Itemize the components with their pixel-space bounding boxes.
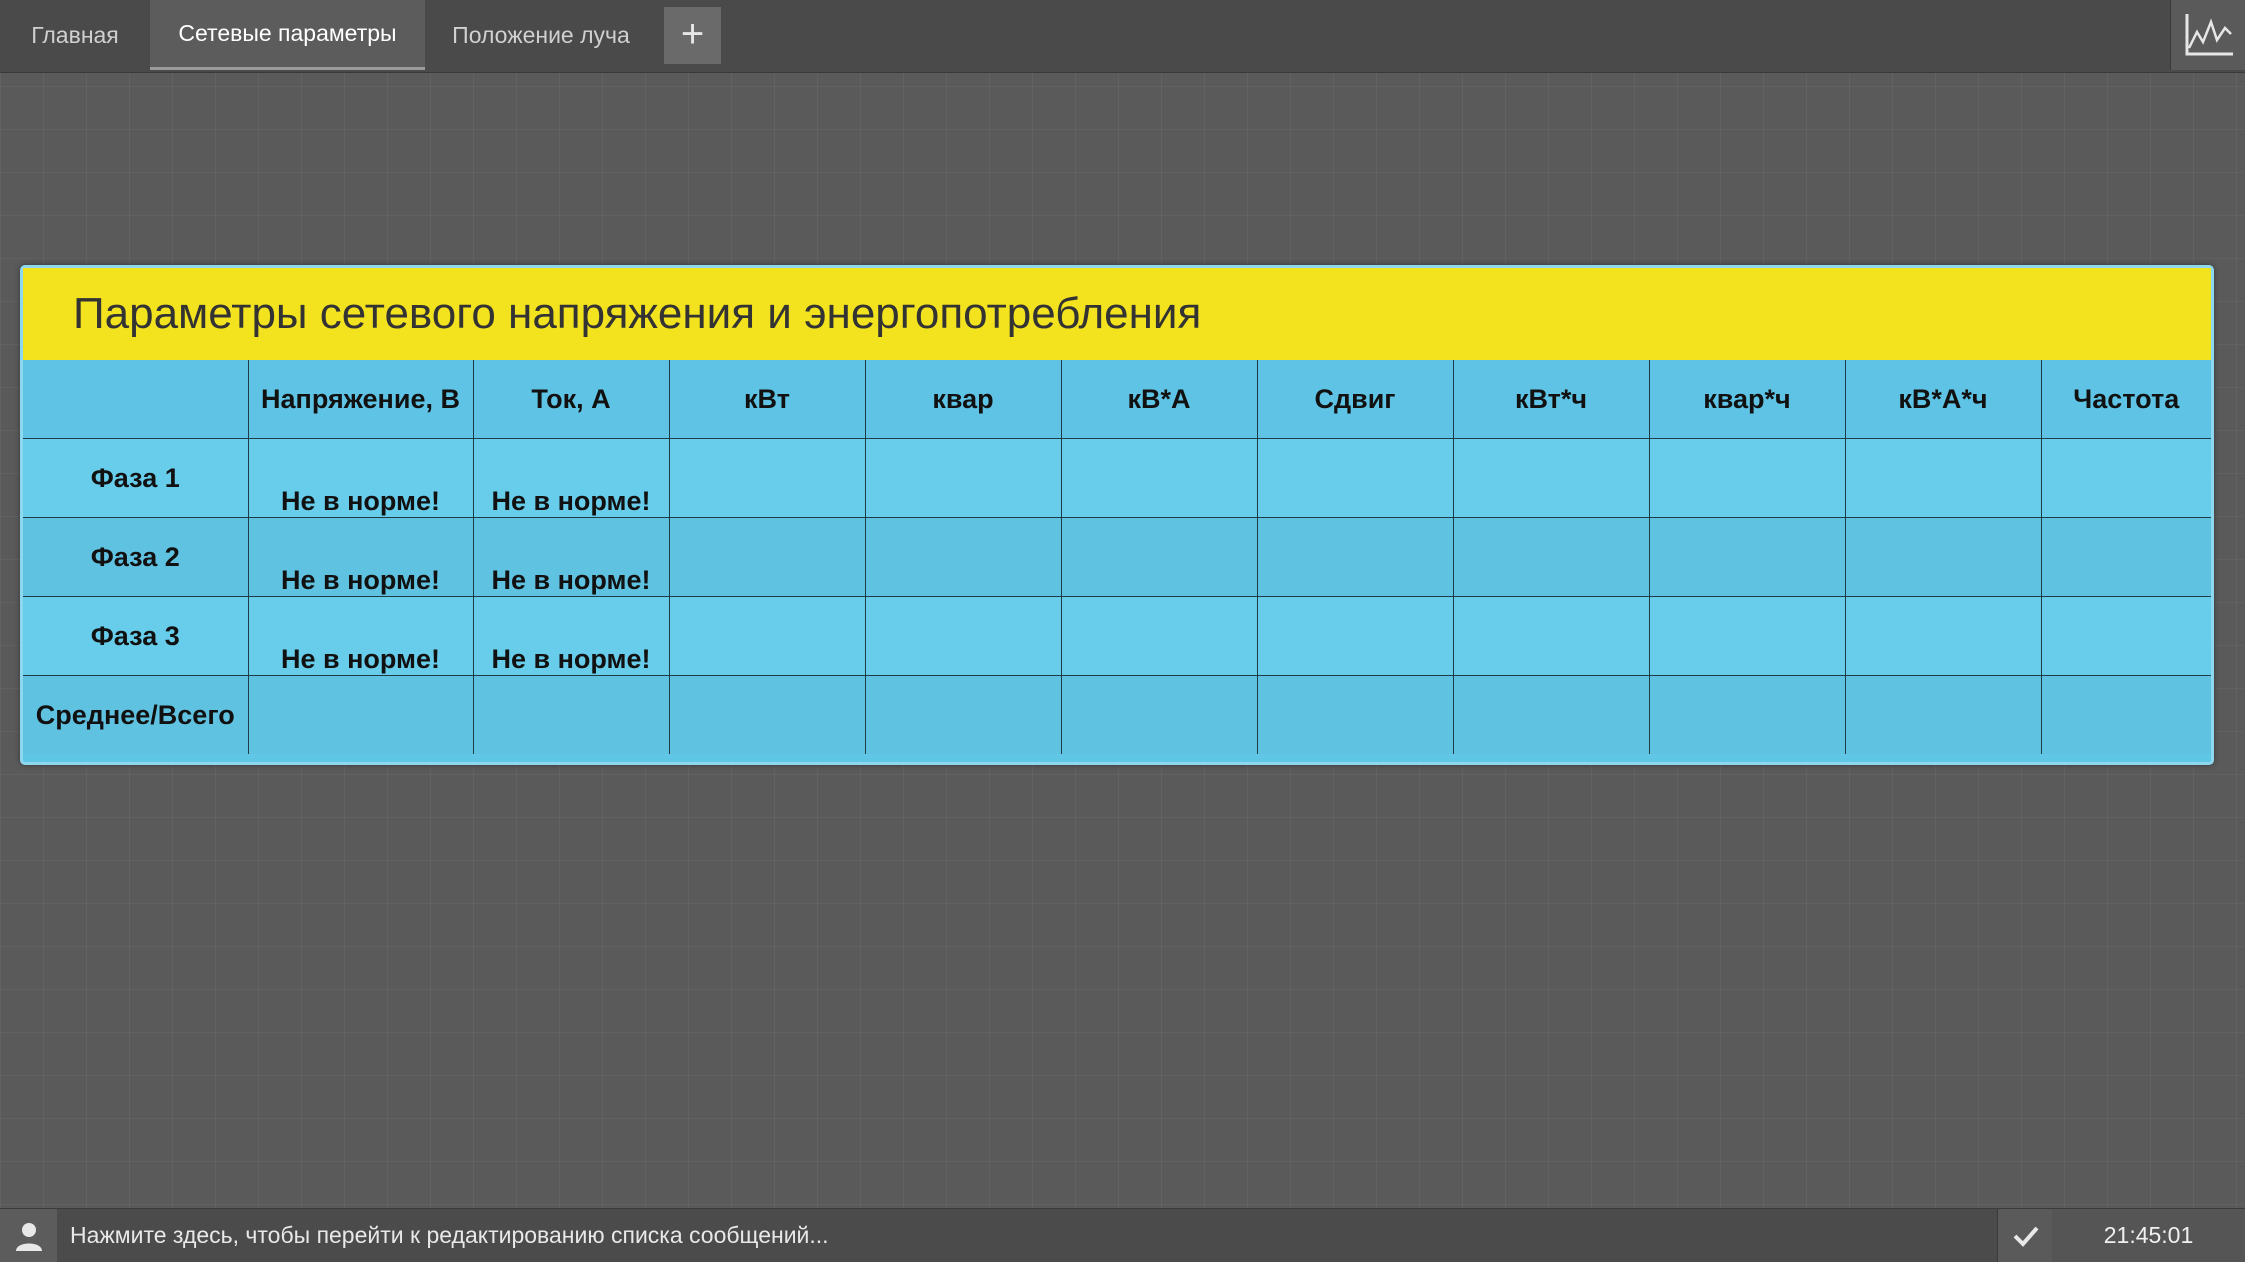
value-cell: [1256, 596, 1454, 676]
voltage-warning: Не в норме!: [247, 517, 474, 597]
header-kvah: кВ*А*ч: [1844, 360, 2042, 439]
value-cell: [1256, 675, 1454, 754]
value-cell: [668, 596, 866, 676]
row-label: Среднее/Всего: [23, 675, 249, 754]
value-cell: [2040, 517, 2211, 597]
value-cell: [1648, 596, 1846, 676]
table-row-phase-2: Фаза 2 Не в норме! Не в норме!: [23, 517, 2211, 597]
value-cell: [1256, 517, 1454, 597]
top-tab-bar: Главная Сетевые параметры Положение луча…: [0, 0, 2245, 73]
header-voltage: Напряжение, В: [247, 360, 474, 439]
panel-title: Параметры сетевого напряжения и энергопо…: [23, 268, 2211, 360]
value-cell: [1648, 517, 1846, 597]
message-list-link[interactable]: Нажмите здесь, чтобы перейти к редактиро…: [70, 1209, 829, 1262]
value-cell: [1844, 675, 2042, 754]
value-cell: [1060, 517, 1258, 597]
header-frequency: Частота: [2040, 360, 2211, 439]
table-row-total: Среднее/Всего: [23, 675, 2211, 754]
value-cell: [864, 596, 1062, 676]
value-cell: [247, 675, 474, 754]
user-button[interactable]: [0, 1209, 57, 1262]
current-warning: Не в норме!: [472, 438, 670, 518]
voltage-warning: Не в норме!: [247, 596, 474, 676]
value-cell: [1060, 675, 1258, 754]
row-label: Фаза 3: [23, 596, 249, 676]
chart-icon: [2185, 14, 2233, 56]
tab-home[interactable]: Главная: [0, 0, 150, 70]
voltage-warning: Не в норме!: [247, 438, 474, 518]
clock: 21:45:01: [2052, 1209, 2245, 1262]
value-cell: [1452, 675, 1650, 754]
chart-button[interactable]: [2170, 0, 2245, 70]
value-cell: [668, 675, 866, 754]
header-current: Ток, А: [472, 360, 670, 439]
current-warning: Не в норме!: [472, 596, 670, 676]
header-kvar: квар: [864, 360, 1062, 439]
value-cell: [1844, 596, 2042, 676]
value-cell: [1452, 517, 1650, 597]
row-label: Фаза 2: [23, 517, 249, 597]
value-cell: [1844, 517, 2042, 597]
header-kwh: кВт*ч: [1452, 360, 1650, 439]
value-cell: [1060, 438, 1258, 518]
value-cell: [864, 438, 1062, 518]
header-kw: кВт: [668, 360, 866, 439]
header-kvarh: квар*ч: [1648, 360, 1846, 439]
header-kva: кВ*А: [1060, 360, 1258, 439]
current-warning: Не в норме!: [472, 517, 670, 597]
tab-beam-position[interactable]: Положение луча: [425, 0, 657, 70]
value-cell: [1060, 596, 1258, 676]
check-icon: [2013, 1226, 2039, 1247]
tab-network-parameters[interactable]: Сетевые параметры: [150, 0, 425, 70]
table-row-phase-3: Фаза 3 Не в норме! Не в норме!: [23, 596, 2211, 676]
value-cell: [2040, 596, 2211, 676]
header-corner: [23, 360, 249, 439]
header-shift: Сдвиг: [1256, 360, 1454, 439]
value-cell: [1844, 438, 2042, 518]
user-icon: [15, 1222, 42, 1251]
status-bar: Нажмите здесь, чтобы перейти к редактиро…: [0, 1208, 2245, 1262]
value-cell: [1256, 438, 1454, 518]
network-parameters-panel: Параметры сетевого напряжения и энергопо…: [20, 265, 2214, 765]
value-cell: [472, 675, 670, 754]
value-cell: [1452, 596, 1650, 676]
value-cell: [2040, 438, 2211, 518]
row-label: Фаза 1: [23, 438, 249, 518]
value-cell: [668, 438, 866, 518]
acknowledge-button[interactable]: [1997, 1209, 2053, 1262]
value-cell: [668, 517, 866, 597]
value-cell: [1648, 438, 1846, 518]
table-header-row: Напряжение, В Ток, А кВт квар кВ*А Сдвиг…: [23, 360, 2211, 439]
parameters-table: Напряжение, В Ток, А кВт квар кВ*А Сдвиг…: [23, 360, 2211, 754]
value-cell: [2040, 675, 2211, 754]
value-cell: [1452, 438, 1650, 518]
add-tab-button[interactable]: +: [664, 7, 721, 64]
value-cell: [864, 675, 1062, 754]
value-cell: [1648, 675, 1846, 754]
table-row-phase-1: Фаза 1 Не в норме! Не в норме!: [23, 438, 2211, 518]
value-cell: [864, 517, 1062, 597]
